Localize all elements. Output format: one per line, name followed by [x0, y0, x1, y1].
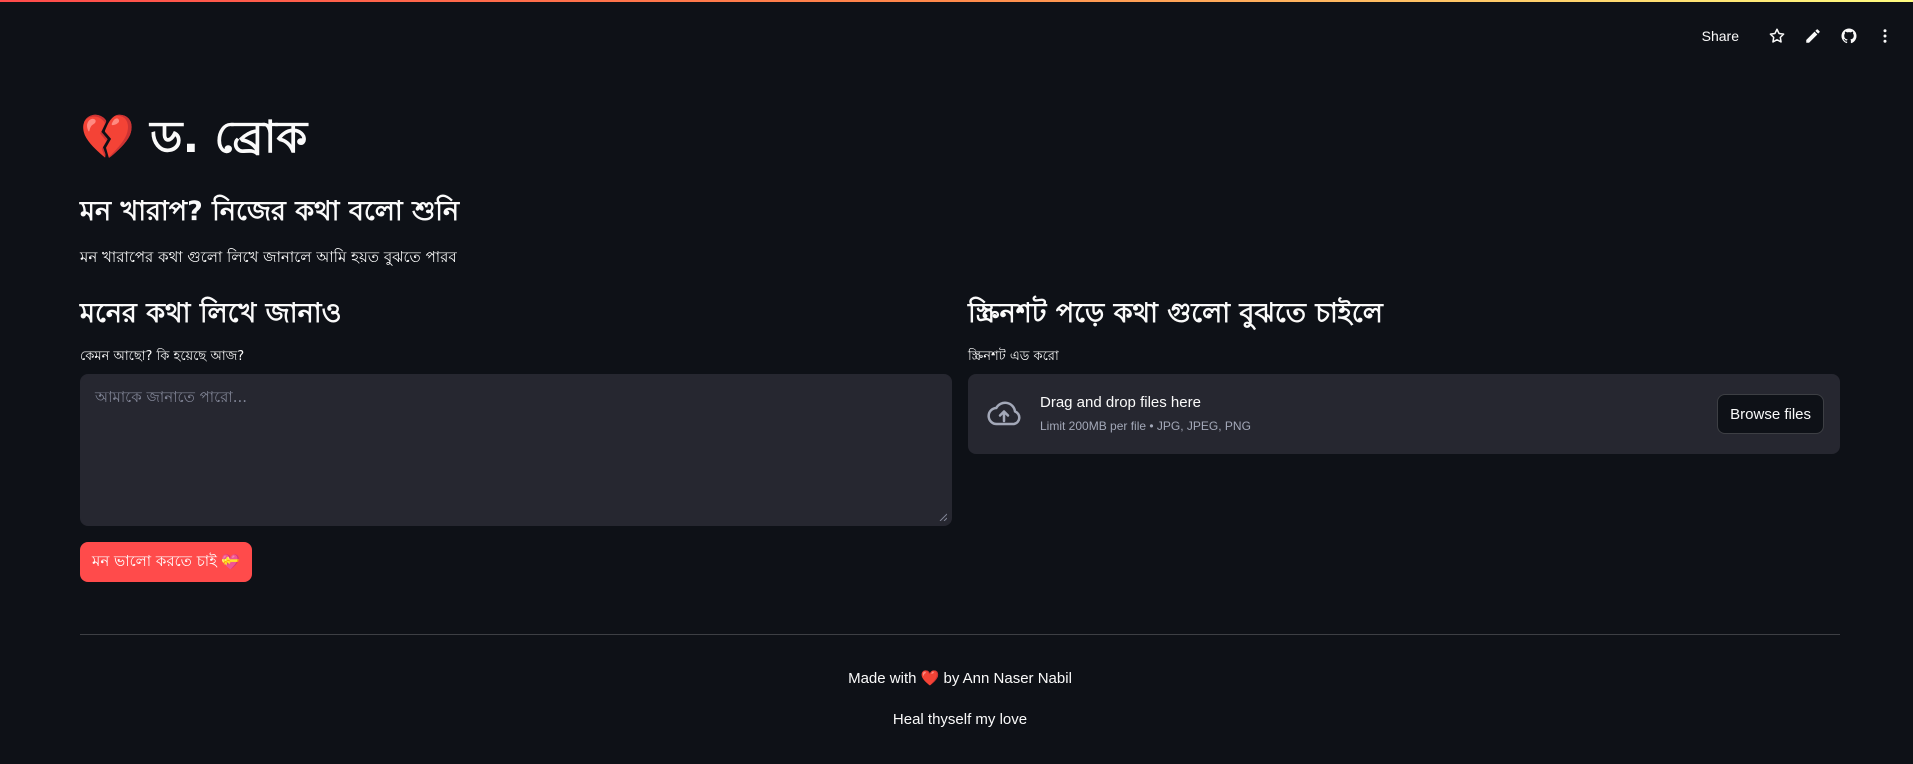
heart-icon: ❤️ [920, 670, 940, 687]
footer-made-prefix: Made with [848, 670, 917, 687]
upload-label: স্ক্রিনশট এড করো [968, 349, 1059, 364]
page-subtitle: মন খারাপ? নিজের কথা বলো শুনি [80, 196, 460, 227]
feeling-textarea-placeholder: আমাকে জানাতে পারো... [95, 388, 248, 406]
resize-handle-icon[interactable] [939, 513, 947, 521]
page-title: 💔 ড. ব্রোক [80, 110, 307, 166]
app-toolbar: Share [1702, 24, 1897, 48]
edit-icon[interactable] [1801, 24, 1825, 48]
screenshot-section-heading: স্ক্রিনশট পড়ে কথা গুলো বুঝতে চাইলে [968, 298, 1383, 329]
dropzone-text: Drag and drop files here Limit 200MB per… [1040, 393, 1251, 435]
file-dropzone[interactable]: Drag and drop files here Limit 200MB per… [968, 374, 1840, 454]
page-title-text: ড. ব্রোক [150, 112, 308, 163]
github-icon[interactable] [1837, 24, 1861, 48]
top-decoration-bar [0, 0, 1913, 2]
cloud-upload-icon [987, 401, 1021, 426]
page-description: মন খারাপের কথা গুলো লিখে জানালে আমি হয়ত… [80, 248, 457, 266]
footer-credit: Made with ❤️ by Ann Naser Nabil [0, 668, 1913, 690]
text-input-column: মনের কথা লিখে জানাও কেমন আছো? কি হয়েছে … [80, 296, 952, 582]
feeling-input-label: কেমন আছো? কি হয়েছে আজ? [80, 349, 245, 364]
text-section-heading: মনের কথা লিখে জানাও [80, 298, 342, 329]
feel-better-button-label: মন ভালো করতে চাই [92, 551, 217, 570]
star-icon[interactable] [1765, 24, 1789, 48]
gift-heart-icon: 💝 [220, 553, 240, 571]
dropzone-limit: Limit 200MB per file • JPG, JPEG, PNG [1040, 419, 1251, 433]
feel-better-button[interactable]: মন ভালো করতে চাই 💝 [80, 542, 252, 582]
footer-divider [80, 634, 1840, 635]
dropzone-title: Drag and drop files here [1040, 394, 1201, 411]
more-vertical-icon[interactable] [1873, 24, 1897, 48]
feeling-textarea[interactable]: আমাকে জানাতে পারো... [80, 374, 952, 526]
footer-made-suffix: by Ann Naser Nabil [943, 670, 1072, 687]
share-button[interactable]: Share [1702, 28, 1739, 44]
footer-tagline: Heal thyself my love [892, 711, 1028, 728]
screenshot-upload-column: স্ক্রিনশট পড়ে কথা গুলো বুঝতে চাইলে স্ক্… [968, 296, 1840, 454]
broken-heart-icon: 💔 [80, 112, 135, 163]
browse-files-button[interactable]: Browse files [1717, 394, 1824, 434]
